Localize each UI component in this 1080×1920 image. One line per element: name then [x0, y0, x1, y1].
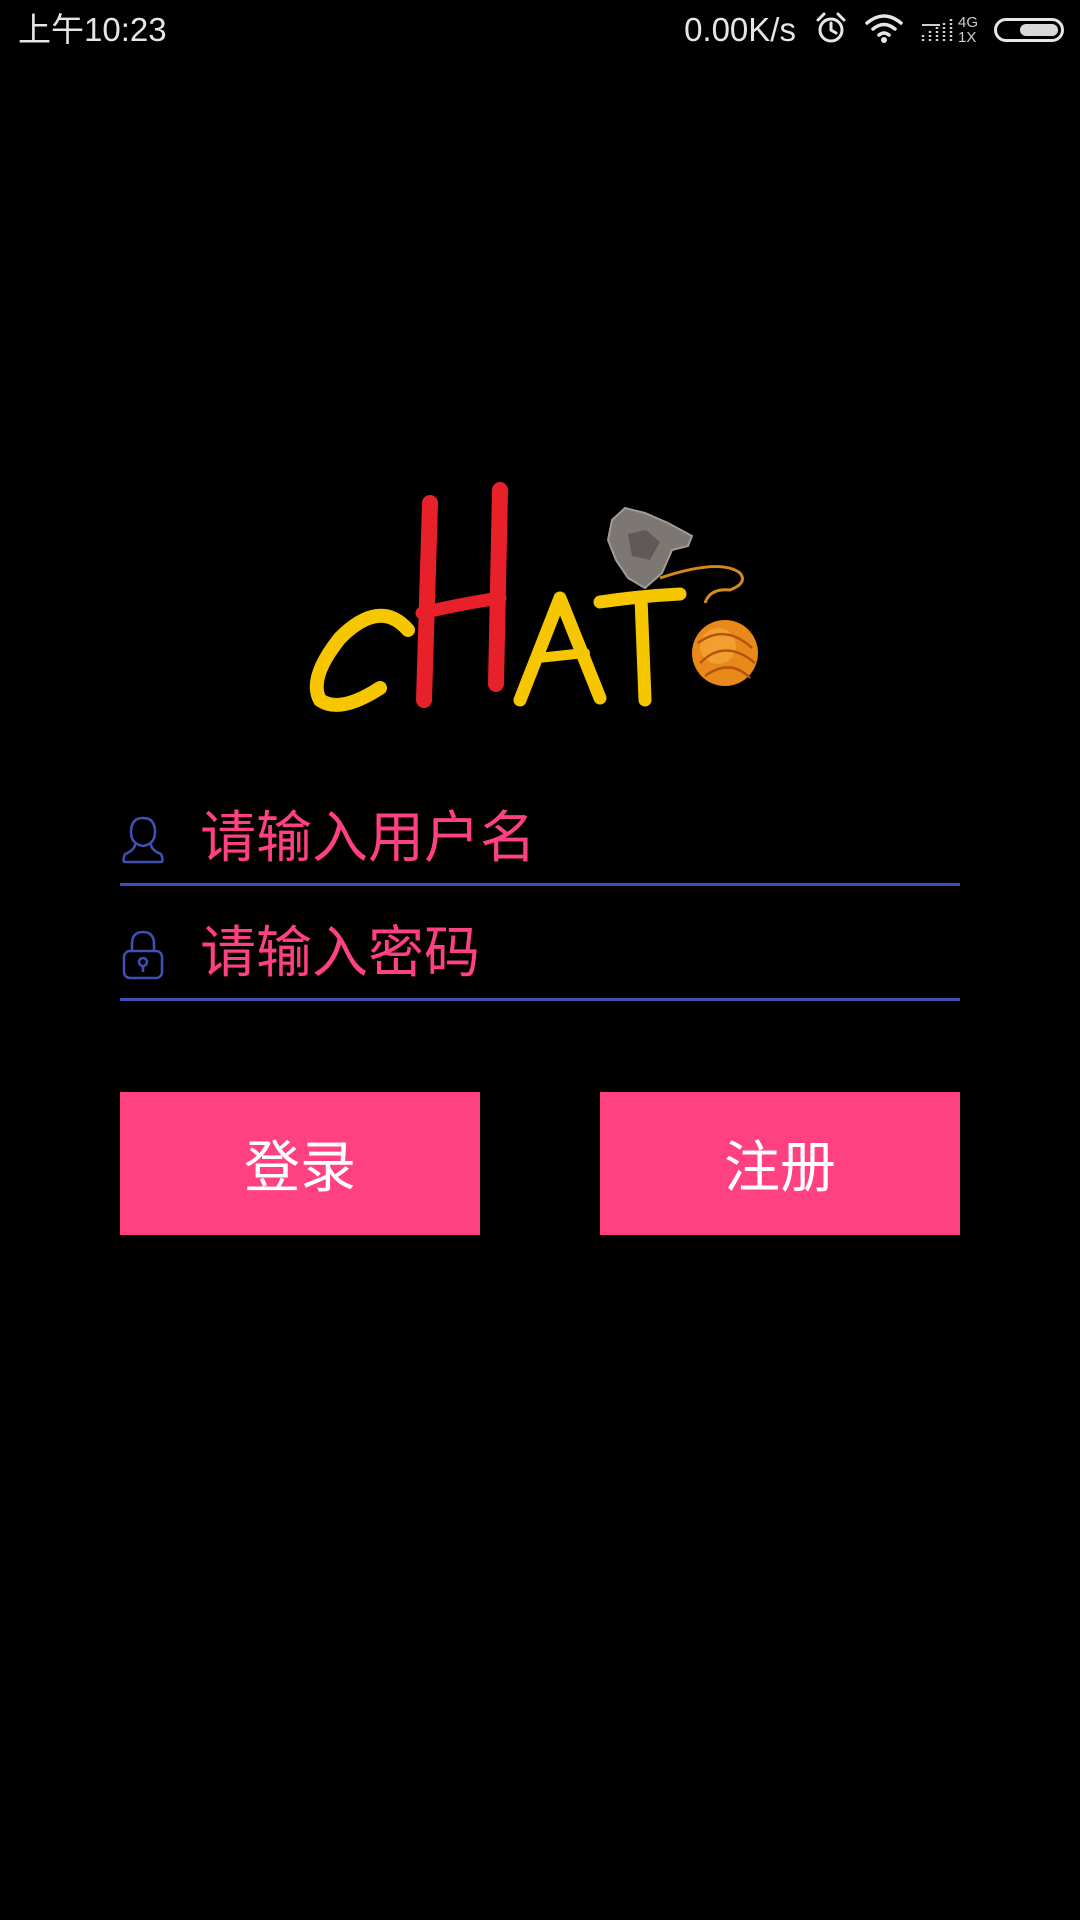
username-field	[120, 796, 960, 886]
network-speed: 0.00K/s	[684, 11, 796, 48]
password-input[interactable]	[200, 911, 950, 995]
app-logo	[300, 478, 770, 723]
login-button[interactable]: 登录	[120, 1092, 480, 1235]
register-button[interactable]: 注册	[600, 1092, 960, 1235]
network-type: 4G	[957, 14, 978, 31]
alarm-clock-icon	[814, 11, 848, 49]
status-icons: 0.00K/s 4G 1X	[684, 10, 1064, 50]
wifi-icon	[864, 12, 904, 48]
network-type-label: 4G 1X	[958, 15, 978, 45]
user-icon	[120, 814, 166, 866]
username-input[interactable]	[200, 796, 950, 880]
battery-icon	[994, 18, 1064, 42]
network-subtype: 1X	[957, 29, 977, 46]
status-bar: 上午10:23 0.00K/s 4G 1X	[0, 0, 1080, 60]
signal-icon	[920, 13, 960, 47]
lock-icon	[120, 929, 166, 981]
password-field	[120, 911, 960, 1001]
status-time: 上午10:23	[18, 11, 167, 48]
battery-level	[1020, 24, 1058, 36]
